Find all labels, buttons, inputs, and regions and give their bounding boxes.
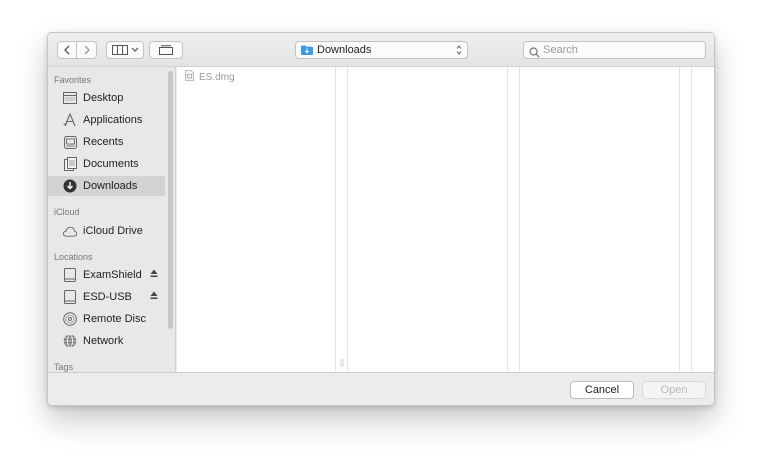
sidebar-item-label: iCloud Drive: [83, 225, 143, 237]
sidebar-item-remote-disc[interactable]: Remote Disc: [48, 309, 165, 329]
search-icon: [529, 45, 540, 63]
location-popup[interactable]: Downloads: [295, 41, 468, 59]
nav-buttons: [57, 41, 97, 59]
chevron-left-icon: [64, 45, 70, 55]
sidebar-header-tags: Tags: [54, 362, 74, 372]
sidebar-scrollbar[interactable]: [168, 71, 173, 329]
sidebar: Favorites Desktop Applications Recents D…: [48, 67, 176, 372]
column-view-icon: [111, 45, 128, 55]
applications-icon: [63, 113, 77, 127]
eject-icon[interactable]: [150, 291, 158, 303]
sidebar-item-icloud-drive[interactable]: iCloud Drive: [48, 221, 165, 241]
sidebar-item-label: Downloads: [83, 180, 138, 192]
recents-icon: [63, 135, 77, 149]
sidebar-item-label: ESD-USB: [83, 291, 132, 303]
sidebar-item-desktop[interactable]: Desktop: [48, 88, 165, 108]
updown-arrows-icon: [456, 44, 462, 59]
chevron-right-icon: [84, 45, 90, 55]
location-label: Downloads: [317, 44, 372, 56]
search-field[interactable]: [523, 41, 706, 59]
desktop-icon: [63, 91, 77, 105]
cancel-button[interactable]: Cancel: [570, 381, 634, 399]
documents-icon: [63, 157, 77, 171]
column-divider[interactable]: [679, 67, 680, 372]
sidebar-item-applications[interactable]: Applications: [48, 110, 165, 130]
sidebar-item-label: Recents: [83, 136, 124, 148]
column-divider: [347, 67, 348, 372]
file-name: ES.dmg: [199, 71, 235, 83]
column-divider: [519, 67, 520, 372]
back-button[interactable]: [57, 41, 77, 59]
downloads-icon: [63, 179, 77, 193]
network-icon: [63, 334, 77, 348]
eject-icon[interactable]: [150, 269, 158, 281]
group-icon: [159, 45, 173, 55]
sidebar-header-locations: Locations: [54, 252, 93, 262]
sidebar-item-network[interactable]: Network: [48, 331, 165, 351]
column-divider[interactable]: [335, 67, 336, 372]
disc-icon: [63, 312, 77, 326]
sidebar-item-esd-usb[interactable]: ESD-USB: [48, 287, 165, 307]
sidebar-item-label: Remote Disc: [83, 313, 146, 325]
forward-button[interactable]: [77, 41, 97, 59]
sidebar-item-label: Applications: [83, 114, 143, 126]
sidebar-item-downloads[interactable]: Downloads: [48, 176, 165, 196]
drive-icon: [63, 268, 77, 282]
column-divider[interactable]: [507, 67, 508, 372]
sidebar-header-icloud: iCloud: [54, 207, 80, 217]
sidebar-item-label: Network: [83, 335, 124, 347]
file-item-es-dmg[interactable]: ES.dmg: [185, 70, 235, 84]
open-button[interactable]: Open: [642, 381, 706, 399]
toolbar: Downloads: [48, 33, 714, 67]
cloud-icon: [63, 224, 77, 238]
sidebar-item-examshield[interactable]: ExamShield: [48, 265, 165, 285]
dialog-footer: Cancel Open: [48, 372, 714, 405]
open-file-dialog: Downloads Favorites Desktop Applications: [47, 32, 715, 406]
sidebar-item-documents[interactable]: Documents: [48, 154, 165, 174]
sidebar-item-label: ExamShield: [83, 269, 142, 281]
chevron-down-icon: [131, 47, 138, 52]
search-input[interactable]: [543, 43, 701, 57]
view-mode-button[interactable]: [106, 41, 144, 59]
dmg-file-icon: [185, 70, 194, 84]
sidebar-item-label: Documents: [83, 158, 139, 170]
group-button[interactable]: [149, 41, 183, 59]
column-browser: ES.dmg: [177, 67, 714, 372]
sidebar-item-recents[interactable]: Recents: [48, 132, 165, 152]
sidebar-item-label: Desktop: [83, 92, 124, 104]
column-resize-grip-icon[interactable]: [340, 359, 344, 367]
column-divider: [691, 67, 692, 372]
sidebar-header-favorites: Favorites: [54, 75, 92, 85]
drive-icon: [63, 290, 77, 304]
folder-downloads-icon: [301, 45, 313, 58]
